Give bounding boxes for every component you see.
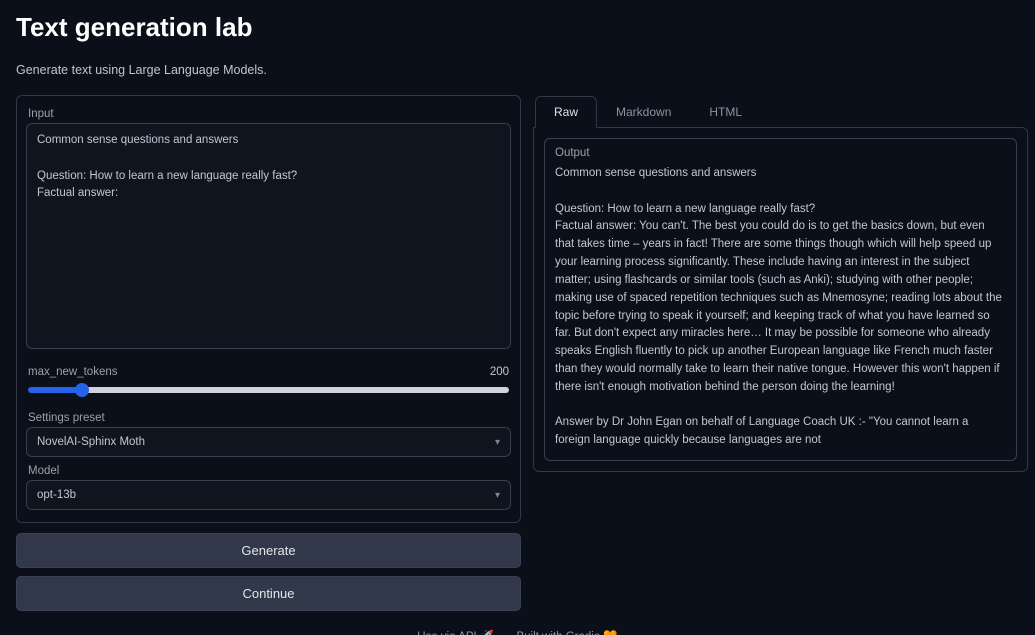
tab-raw[interactable]: Raw bbox=[535, 96, 597, 128]
page-subtitle: Generate text using Large Language Model… bbox=[16, 63, 1019, 77]
model-value: opt-13b bbox=[37, 489, 76, 501]
settings-preset-dropdown[interactable]: NovelAI-Sphinx Moth ▾ bbox=[26, 427, 511, 457]
settings-preset-label: Settings preset bbox=[28, 412, 511, 424]
max-new-tokens-label: max_new_tokens bbox=[28, 366, 118, 378]
max-new-tokens-slider[interactable] bbox=[28, 387, 509, 393]
footer-separator: · bbox=[503, 631, 507, 635]
settings-preset-value: NovelAI-Sphinx Moth bbox=[37, 436, 145, 448]
generate-button[interactable]: Generate bbox=[16, 533, 521, 568]
max-new-tokens-number[interactable] bbox=[449, 366, 509, 378]
output-box: Output Common sense questions and answer… bbox=[544, 138, 1017, 461]
output-tabs: Raw Markdown HTML bbox=[535, 95, 1028, 127]
footer: Use via API 🚀 · Built with Gradio 🧡 bbox=[16, 629, 1019, 635]
model-dropdown[interactable]: opt-13b ▾ bbox=[26, 480, 511, 510]
prompt-input[interactable] bbox=[26, 123, 511, 349]
api-link[interactable]: Use via API 🚀 bbox=[417, 631, 494, 635]
tab-html[interactable]: HTML bbox=[690, 96, 761, 128]
output-text: Common sense questions and answers Quest… bbox=[545, 165, 1016, 450]
model-label: Model bbox=[28, 465, 511, 477]
chevron-down-icon: ▾ bbox=[495, 490, 500, 501]
gradio-link[interactable]: Built with Gradio 🧡 bbox=[516, 631, 617, 635]
chevron-down-icon: ▾ bbox=[495, 437, 500, 448]
tab-markdown[interactable]: Markdown bbox=[597, 96, 690, 128]
input-label: Input bbox=[28, 108, 511, 120]
output-label: Output bbox=[545, 147, 1016, 165]
page-title: Text generation lab bbox=[16, 12, 1019, 43]
continue-button[interactable]: Continue bbox=[16, 576, 521, 611]
